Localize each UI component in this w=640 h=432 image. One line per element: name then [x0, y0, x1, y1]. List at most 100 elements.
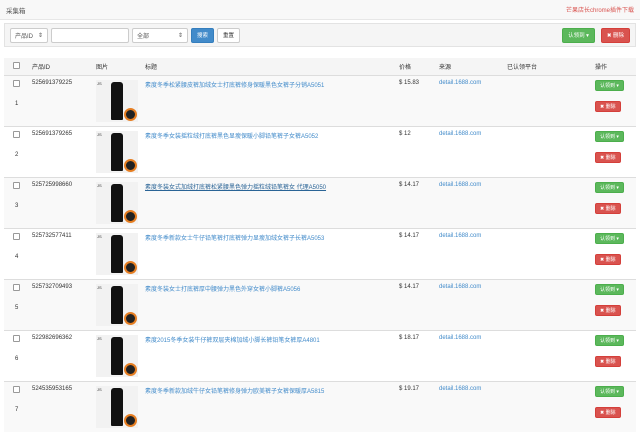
- product-title-link[interactable]: 素度冬装女式加绒打底裤松紧腰黑色弹力摇粒绒铅笔裤女 代理A5050: [145, 185, 326, 191]
- badge-graphic: [124, 413, 137, 427]
- row-checkbox[interactable]: [13, 232, 20, 240]
- product-id: 525732709493: [29, 278, 93, 330]
- reset-button[interactable]: 重置: [217, 27, 241, 43]
- claimed-platform: [504, 278, 592, 330]
- badge-graphic: [124, 107, 137, 121]
- row-checkbox[interactable]: [13, 79, 20, 87]
- product-title-link[interactable]: 素度冬装女士打底裤厚中腰弹力黑色外穿女裤小脚裤A5056: [145, 287, 300, 293]
- col-image: 图片: [93, 58, 142, 76]
- col-title: 标题: [142, 58, 396, 76]
- col-price: 价格: [396, 58, 436, 76]
- claim-button[interactable]: 认领到 ▾: [595, 283, 624, 295]
- product-image: JS: [96, 334, 138, 377]
- product-source-link[interactable]: detail.1688.com: [439, 182, 481, 188]
- claim-button[interactable]: 认领到 ▾: [595, 181, 624, 193]
- search-button[interactable]: 搜索: [191, 27, 215, 43]
- product-price: $ 15.83: [396, 74, 436, 126]
- claimed-platform: [504, 74, 592, 126]
- select-all-checkbox[interactable]: [13, 61, 20, 69]
- col-actions: 操作: [592, 58, 636, 76]
- image-brand-label: JS: [97, 233, 102, 239]
- product-source-link[interactable]: detail.1688.com: [439, 131, 481, 137]
- claimed-platform: [504, 227, 592, 279]
- bulk-delete-button[interactable]: ✖ 删除: [600, 27, 630, 43]
- delete-button[interactable]: ✖ 删除: [595, 406, 621, 418]
- product-title-link[interactable]: 素度冬季松紧腰皮裤加绒女士打底裤修身保暖黑色女裤子分销A5051: [145, 83, 324, 89]
- table-row: 2 525691379265 JS 素度冬季女装摇粒绒打底裤黑色显瘦保暖小脚铅笔…: [4, 125, 636, 177]
- row-number: 6: [15, 355, 19, 362]
- pants-graphic: [111, 336, 123, 375]
- row-number: 4: [15, 253, 19, 260]
- row-checkbox[interactable]: [13, 334, 20, 342]
- product-source-link[interactable]: detail.1688.com: [439, 80, 481, 86]
- row-number: 5: [15, 304, 19, 311]
- product-source-link[interactable]: detail.1688.com: [439, 386, 481, 392]
- row-checkbox[interactable]: [13, 385, 20, 393]
- row-checkbox[interactable]: [13, 130, 20, 138]
- product-id: 525691379225: [29, 74, 93, 126]
- claimed-platform: [504, 380, 592, 432]
- image-brand-label: JS: [97, 335, 102, 341]
- row-number: 3: [15, 202, 19, 209]
- claim-button[interactable]: 认领到 ▾: [595, 130, 624, 142]
- delete-button[interactable]: ✖ 删除: [595, 253, 621, 265]
- product-price: $ 12: [396, 125, 436, 177]
- row-number: 2: [15, 151, 19, 158]
- row-checkbox[interactable]: [13, 283, 20, 291]
- page-title: 采集箱: [6, 7, 26, 15]
- product-title-link[interactable]: 素度冬季新款女士牛仔铅笔裤打底裤弹力显瘦加绒女裤子长裤A5053: [145, 236, 324, 242]
- badge-graphic: [124, 260, 137, 274]
- search-input[interactable]: [51, 27, 129, 43]
- col-source: 来源: [436, 58, 504, 76]
- badge-graphic: [124, 362, 137, 376]
- claim-button[interactable]: 认领到 ▾: [595, 232, 624, 244]
- pants-graphic: [111, 132, 123, 171]
- select-arrow-icon: ⇕: [177, 32, 183, 39]
- image-brand-label: JS: [97, 284, 102, 290]
- search-toolbar: 产品ID ⇕ 全部 ⇕ 搜索 重置 认领到 ▾ ✖ 删除: [4, 23, 636, 47]
- claimed-platform: [504, 125, 592, 177]
- product-id: 525725998660: [29, 176, 93, 228]
- image-brand-label: JS: [97, 80, 102, 86]
- bulk-claim-button[interactable]: 认领到 ▾: [562, 27, 595, 43]
- claim-button[interactable]: 认领到 ▾: [595, 385, 624, 397]
- delete-button[interactable]: ✖ 删除: [595, 151, 621, 163]
- status-select[interactable]: 全部 ⇕: [132, 27, 188, 43]
- table-row: 5 525732709493 JS 素度冬装女士打底裤厚中腰弹力黑色外穿女裤小脚…: [4, 278, 636, 330]
- plugin-download-link[interactable]: 芒果店长chrome插件下载: [566, 5, 634, 14]
- status-select-value: 全部: [137, 33, 150, 40]
- product-price: $ 19.17: [396, 380, 436, 432]
- delete-button[interactable]: ✖ 删除: [595, 304, 621, 316]
- col-id: 产品ID: [29, 58, 93, 76]
- pants-graphic: [111, 183, 123, 222]
- pants-graphic: [111, 81, 123, 120]
- claim-button[interactable]: 认领到 ▾: [595, 79, 624, 91]
- delete-button[interactable]: ✖ 删除: [595, 100, 621, 112]
- row-checkbox[interactable]: [13, 181, 20, 189]
- row-number: 7: [15, 406, 19, 413]
- product-source-link[interactable]: detail.1688.com: [439, 284, 481, 290]
- product-title-link[interactable]: 素度冬季女装摇粒绒打底裤黑色显瘦保暖小脚铅笔裤子女裤A5052: [145, 134, 318, 140]
- image-brand-label: JS: [97, 182, 102, 188]
- delete-button[interactable]: ✖ 删除: [595, 355, 621, 367]
- field-select-value: 产品ID: [15, 33, 34, 40]
- claim-button[interactable]: 认领到 ▾: [595, 334, 624, 346]
- product-image: JS: [96, 79, 138, 122]
- badge-graphic: [124, 209, 137, 223]
- product-source-link[interactable]: detail.1688.com: [439, 335, 481, 341]
- pants-graphic: [111, 387, 123, 426]
- table-row: 1 525691379225 JS 素度冬季松紧腰皮裤加绒女士打底裤修身保暖黑色…: [4, 74, 636, 126]
- product-id: 525732577411: [29, 227, 93, 279]
- product-image: JS: [96, 283, 138, 326]
- pants-graphic: [111, 285, 123, 324]
- field-select[interactable]: 产品ID ⇕: [10, 27, 48, 43]
- product-title-link[interactable]: 素度2015冬季女装牛仔裤双层夹棉加绒小脚长裤铅笔女裤厚A4801: [145, 338, 320, 344]
- product-price: $ 14.17: [396, 278, 436, 330]
- delete-button[interactable]: ✖ 删除: [595, 202, 621, 214]
- select-arrow-icon: ⇕: [37, 32, 43, 39]
- product-table: 产品ID 图片 标题 价格 来源 已认领平台 操作 1 525691379225…: [4, 58, 636, 432]
- image-brand-label: JS: [97, 131, 102, 137]
- product-title-link[interactable]: 素度冬季新款加绒牛仔女铅笔裤修身弹力欧美裤子女裤保暖厚A5815: [145, 389, 324, 395]
- product-id: 525691379265: [29, 125, 93, 177]
- product-source-link[interactable]: detail.1688.com: [439, 233, 481, 239]
